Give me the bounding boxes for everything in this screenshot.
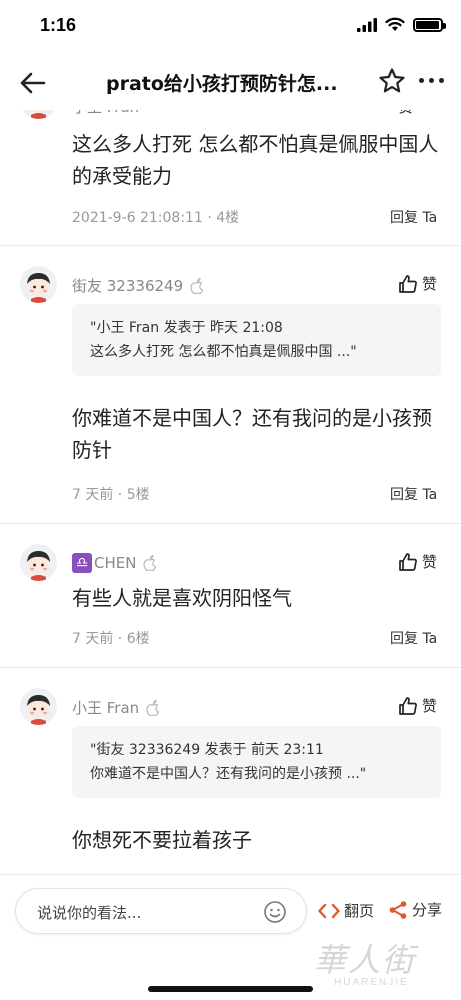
thumbs-up-icon [399,552,417,571]
back-arrow-icon[interactable] [18,68,48,98]
page-title: prato给小孩打预防针怎... [106,73,338,95]
apple-device-icon [190,277,204,294]
comment-meta: 7 天前 · 5楼 [72,487,150,503]
status-icons [357,17,446,32]
thumbs-up-icon [399,274,417,293]
star-icon[interactable] [378,67,406,95]
quote-line: "小王 Fran 发表于 昨天 21:08 [90,320,283,336]
comment-content: 这么多人打死 怎么都不怕真是佩服中国人的承受能力 [72,132,439,188]
share-label: 分享 [412,901,443,919]
comment-input-placeholder: 说说你的看法... [37,904,142,922]
avatar-face-icon [27,551,50,581]
reply-button[interactable]: 回复 Ta [390,484,437,504]
like-button[interactable]: 赞 [398,273,437,294]
comment-content: 你难道不是中国人？还有我问的是小孩预防针 [72,406,432,462]
quote-line: 你难道不是中国人？还有我问的是小孩预 ..." [90,766,367,782]
comment-content: 有些人就是喜欢阴阳怪气 [72,586,292,610]
comment-content: 你想死不要拉着孩子 [72,828,252,852]
divider [0,245,461,246]
watermark-brand: 華人街 [314,941,417,979]
comment-username[interactable]: ♎ CHEN [72,553,158,573]
nav-bar: prato给小孩打预防针怎... [0,54,461,110]
quoted-reply: "街友 32336249 发表于 前天 23:11 你难道不是中国人？还有我问的… [72,726,441,798]
apple-device-icon [143,554,157,572]
home-indicator[interactable] [148,986,313,992]
comment-feed[interactable]: 小王 Fran 赞 这么多人打死 怎么都不怕真是佩服中国人的承受能力 2021-… [0,86,461,874]
like-label: 赞 [422,697,438,715]
username-text: 街友 32336249 [72,277,184,295]
like-button[interactable]: 赞 [398,551,437,572]
quote-line: "街友 32336249 发表于 前天 23:11 [90,742,324,758]
zodiac-badge-icon: ♎ [72,553,92,573]
divider [0,667,461,668]
comment-meta: 7 天前 · 6楼 [72,631,150,647]
watermark-logo: 華人街 HUARENJIE [306,933,456,995]
status-bar: 1:16 [0,0,461,54]
avatar-face-icon [27,695,50,725]
avatar[interactable] [20,688,57,725]
watermark-sub: HUARENJIE [334,977,409,988]
username-text: 小王 Fran [72,699,140,717]
flip-page-label: 翻页 [344,902,375,920]
thumbs-up-icon [399,696,417,715]
quote-line: 这么多人打死 怎么都不怕真是佩服中国 ..." [90,344,357,360]
code-brackets-icon [318,903,340,918]
avatar-face-icon [27,273,50,303]
comment-input[interactable]: 说说你的看法... [15,888,307,934]
comment-username[interactable]: 街友 32336249 [72,275,205,296]
share-icon [389,900,407,919]
avatar[interactable] [20,266,57,303]
status-time: 1:16 [40,15,77,35]
wifi-icon [385,17,405,31]
username-text: CHEN [94,554,137,572]
reply-button[interactable]: 回复 Ta [390,207,437,227]
emoji-icon[interactable] [263,900,287,924]
battery-icon [413,17,446,32]
share-button[interactable]: 分享 [388,899,442,920]
comment-username[interactable]: 小王 Fran [72,697,161,718]
more-icon[interactable] [419,78,444,83]
avatar[interactable] [20,544,57,581]
reply-button[interactable]: 回复 Ta [390,628,437,648]
bottom-bar: 说说你的看法... 翻页 分享 華人街 HUARENJIE [0,874,461,1000]
comment-meta: 2021-9-6 21:08:11 · 4楼 [72,210,240,226]
like-label: 赞 [422,275,438,293]
like-button[interactable]: 赞 [398,695,437,716]
flip-page-button[interactable]: 翻页 [318,900,374,921]
apple-device-icon [146,699,160,716]
quoted-reply: "小王 Fran 发表于 昨天 21:08 这么多人打死 怎么都不怕真是佩服中国… [72,304,441,376]
like-label: 赞 [422,553,438,571]
divider [0,523,461,524]
signal-icon [357,17,377,32]
